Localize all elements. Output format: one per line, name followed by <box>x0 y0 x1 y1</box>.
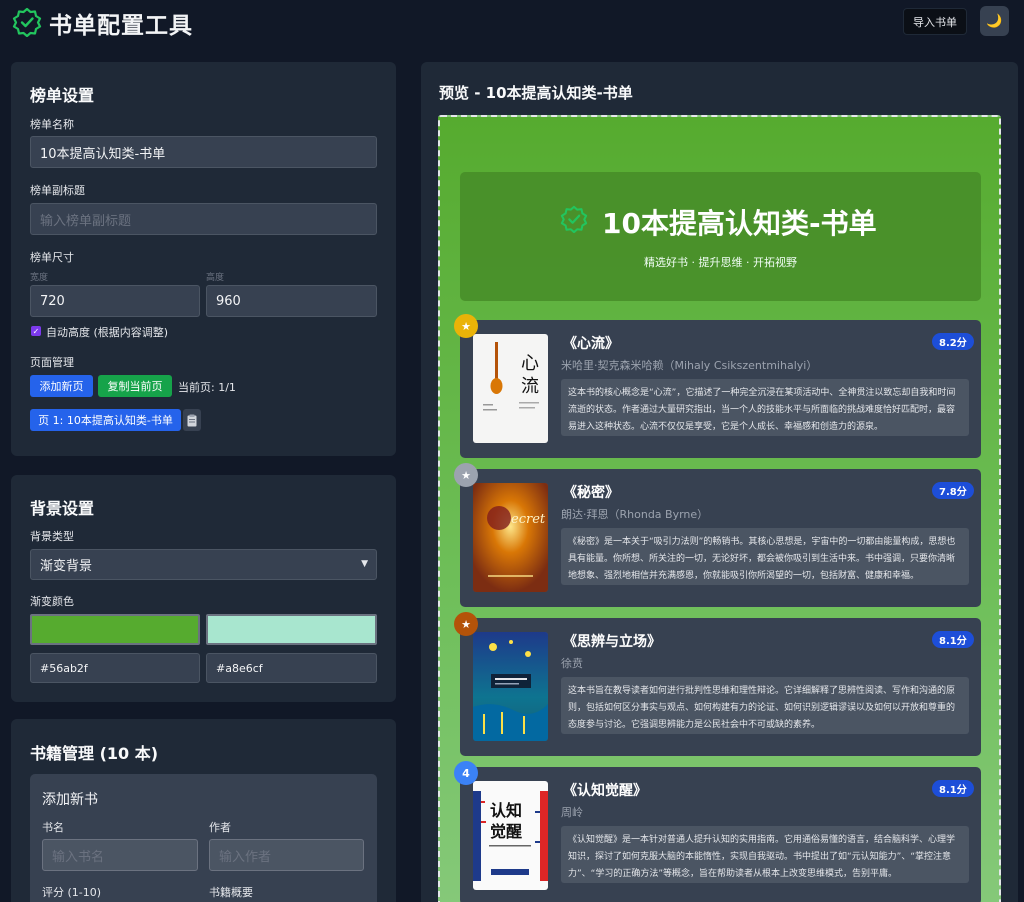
badge-check-icon <box>560 205 588 233</box>
add-book-title: 添加新书 <box>42 792 98 808</box>
list-name-label: 榜单名称 <box>30 118 74 131</box>
app-header: 书单配置工具 导入书单 🌙 <box>0 0 1024 44</box>
add-book-form: 添加新书 书名 作者 输入书名 输入作者 评分 (1-10) 书籍概要 <box>30 774 377 902</box>
book-summary: 这本书旨在教导读者如何进行批判性思维和理性辩论。它详细解释了思辨性阅读、写作和沟… <box>561 677 969 734</box>
hero-subtitle: 精选好书 · 提升思维 · 开拓视野 <box>644 256 797 269</box>
book-author-label: 作者 <box>209 821 231 834</box>
book-score-label: 评分 (1-10) <box>42 886 102 899</box>
gradient-color-2-swatch[interactable] <box>206 614 377 645</box>
badge-check-icon <box>12 7 42 37</box>
book-cover: 心流 <box>473 334 548 443</box>
score-badge: 8.1分 <box>932 780 974 797</box>
book-author: 徐贲 <box>561 657 583 670</box>
theme-toggle-button[interactable]: 🌙 <box>980 6 1009 36</box>
list-settings-panel: 榜单设置 榜单名称 10本提高认知类-书单 榜单副标题 输入榜单副标题 榜单尺寸… <box>11 62 396 456</box>
gradient-color-label: 渐变颜色 <box>30 595 74 608</box>
book-author: 米哈里·契克森米哈赖（Mihaly Csikszentmihalyi） <box>561 359 818 372</box>
star-icon: ★ <box>454 314 478 338</box>
book-card: 心流 ★ 《心流》 米哈里·契克森米哈赖（Mihaly Csikszentmih… <box>454 314 981 458</box>
app-title: 书单配置工具 <box>49 13 193 39</box>
auto-height-label: 自动高度 (根据内容调整) <box>46 326 169 339</box>
svg-text:认知: 认知 <box>490 801 522 820</box>
panel-title: 书籍管理 (10 本) <box>30 744 159 763</box>
preview-canvas: 10本提高认知类-书单 精选好书 · 提升思维 · 开拓视野 心流 ★ 《心流》… <box>438 115 1001 902</box>
book-author: 周岭 <box>561 806 583 819</box>
book-name-label: 书名 <box>42 821 64 834</box>
book-cover <box>473 632 548 741</box>
book-cover: 认知 觉醒 <box>473 781 548 890</box>
panel-title: 背景设置 <box>30 499 95 518</box>
import-list-button[interactable]: 导入书单 <box>903 8 967 35</box>
page-mgmt-label: 页面管理 <box>30 356 74 369</box>
star-icon: ★ <box>454 612 478 636</box>
panel-title: 榜单设置 <box>30 86 95 105</box>
preview-panel: 预览 - 10本提高认知类-书单 10本提高认知类-书单 精选好书 · 提升思维… <box>421 62 1018 902</box>
current-page-indicator: 当前页: 1/1 <box>178 381 236 394</box>
book-summary: 《认知觉醒》是一本针对普通人提升认知的实用指南。它用通俗易懂的语言，结合脑科学、… <box>561 826 969 883</box>
svg-text:流: 流 <box>521 376 539 397</box>
score-badge: 7.8分 <box>932 482 974 499</box>
svg-text:ecret: ecret <box>511 512 546 527</box>
score-badge: 8.1分 <box>932 631 974 648</box>
gradient-color-1-input[interactable]: #56ab2f <box>30 653 200 683</box>
page-tab-1[interactable]: 页 1: 10本提高认知类-书单 <box>30 409 181 431</box>
auto-height-checkbox[interactable]: ✓ <box>31 326 41 336</box>
preview-hero: 10本提高认知类-书单 精选好书 · 提升思维 · 开拓视野 <box>460 172 981 301</box>
book-card: ★ 《思辨与立场》 徐贲 8.1分 这本书旨在教导读者如何进行批判性思维和理性辩… <box>454 612 981 756</box>
bg-type-value: 渐变背景 <box>40 559 93 574</box>
chevron-down-icon: ▼ <box>361 559 368 569</box>
book-title: 《认知觉醒》 <box>563 783 647 799</box>
book-cover: ecret <box>473 483 548 592</box>
book-name-input[interactable]: 输入书名 <box>42 839 198 871</box>
book-card: ecret ★ 《秘密》 朗达·拜恩（Rhonda Byrne） 7.8分 《秘… <box>454 463 981 607</box>
bg-type-label: 背景类型 <box>30 530 74 543</box>
list-size-label: 榜单尺寸 <box>30 251 74 264</box>
book-summary: 这本书的核心概念是“心流”，它描述了一种完全沉浸在某项活动中、全神贯注以致忘却自… <box>561 379 969 436</box>
bg-type-select[interactable]: 渐变背景 ▼ <box>30 549 377 580</box>
list-subtitle-label: 榜单副标题 <box>30 184 85 197</box>
gradient-color-1-swatch[interactable] <box>30 614 200 645</box>
width-input[interactable]: 720 <box>30 285 200 317</box>
background-settings-panel: 背景设置 背景类型 渐变背景 ▼ 渐变颜色 #56ab2f #a8e6cf <box>11 475 396 702</box>
book-management-panel: 书籍管理 (10 本) 添加新书 书名 作者 输入书名 输入作者 评分 (1-1… <box>11 719 396 902</box>
star-icon: ★ <box>454 463 478 487</box>
book-summary-label: 书籍概要 <box>209 886 253 899</box>
book-summary: 《秘密》是一本关于“吸引力法则”的畅销书。其核心思想是，宇宙中的一切都由能量构成… <box>561 528 969 585</box>
height-input[interactable]: 960 <box>206 285 377 317</box>
hero-title: 10本提高认知类-书单 <box>602 207 877 240</box>
svg-text:心: 心 <box>521 353 539 374</box>
svg-text:觉醒: 觉醒 <box>490 822 522 841</box>
list-name-input[interactable]: 10本提高认知类-书单 <box>30 136 377 168</box>
width-label: 宽度 <box>30 273 49 283</box>
book-title: 《思辨与立场》 <box>563 634 661 650</box>
list-subtitle-input[interactable]: 输入榜单副标题 <box>30 203 377 235</box>
book-author: 朗达·拜恩（Rhonda Byrne） <box>561 508 709 521</box>
rank-badge: 4 <box>454 761 478 785</box>
book-card: 认知觉醒 4 《认知觉醒》 周岭 8.1分 《认知觉醒》是一本针对普通人提升认知… <box>454 761 981 902</box>
preview-title: 预览 - 10本提高认知类-书单 <box>439 84 633 102</box>
height-label: 高度 <box>206 273 225 283</box>
moon-icon: 🌙 <box>986 13 1003 29</box>
book-title: 《心流》 <box>563 336 619 352</box>
book-author-input[interactable]: 输入作者 <box>209 839 364 871</box>
clipboard-icon[interactable] <box>183 409 201 431</box>
add-page-button[interactable]: 添加新页 <box>30 375 93 397</box>
gradient-color-2-input[interactable]: #a8e6cf <box>206 653 377 683</box>
copy-page-button[interactable]: 复制当前页 <box>98 375 172 397</box>
book-title: 《秘密》 <box>563 485 619 501</box>
score-badge: 8.2分 <box>932 333 974 350</box>
